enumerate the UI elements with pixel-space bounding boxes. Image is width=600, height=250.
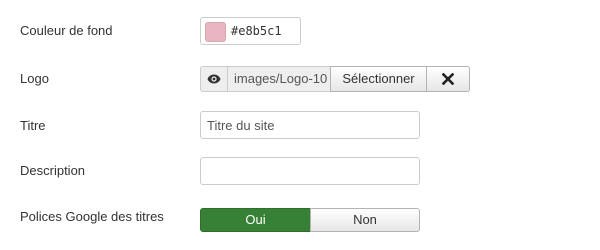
description-label: Description [20,163,86,178]
title-label: Titre [20,118,46,133]
google-fonts-toggle: Oui Non [200,208,420,232]
clear-button[interactable] [426,66,470,92]
eye-icon [207,74,221,84]
description-input[interactable] [200,157,420,185]
select-button[interactable]: Sélectionner [330,66,427,92]
google-fonts-label: Polices Google des titres [20,209,164,224]
color-swatch[interactable] [205,22,226,42]
logo-media-field: images/Logo-10 Sélectionner [200,66,470,92]
close-icon [442,73,454,85]
logo-path-field[interactable]: images/Logo-10 [227,66,331,92]
preview-button[interactable] [200,66,228,92]
logo-label: Logo [20,71,49,86]
bg-color-value: #e8b5c1 [231,24,282,38]
bg-color-picker[interactable]: #e8b5c1 [200,17,301,45]
no-option-button[interactable]: Non [310,208,420,232]
yes-option-button[interactable]: Oui [200,208,311,232]
bg-color-label: Couleur de fond [20,23,113,38]
title-input[interactable] [200,111,420,139]
